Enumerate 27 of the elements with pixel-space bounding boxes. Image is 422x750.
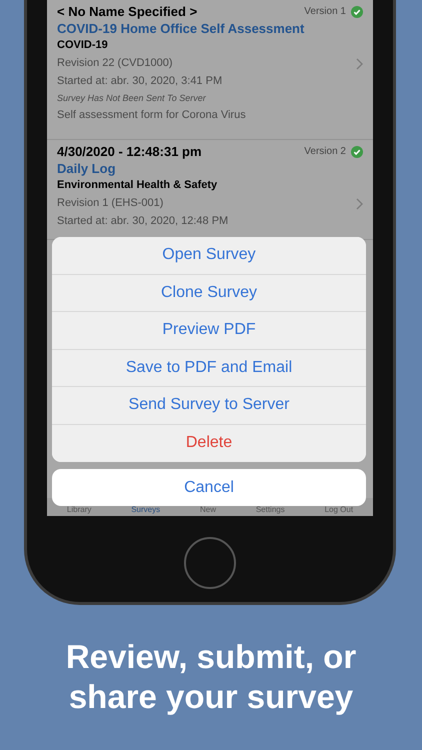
started-label: Started at: abr. 30, 2020, 3:41 PM xyxy=(57,75,222,87)
survey-category: COVID-19 xyxy=(57,39,109,51)
tab-item[interactable]: New xyxy=(200,505,216,514)
chevron-right-icon xyxy=(356,198,363,210)
checkmark-icon xyxy=(351,6,363,18)
survey-name: 4/30/2020 - 12:48:31 pm xyxy=(57,144,202,159)
version-label: Version 1 xyxy=(304,6,346,17)
survey-name: < No Name Specified > xyxy=(57,4,198,19)
survey-title: COVID-19 Home Office Self Assessment xyxy=(57,21,306,36)
status-label: Survey Has Not Been Sent To Server xyxy=(57,93,207,103)
home-button[interactable] xyxy=(184,537,236,589)
started-label: Started at: abr. 30, 2020, 12:48 PM xyxy=(57,215,228,227)
survey-title: Daily Log xyxy=(57,161,117,176)
revision-label: Revision 22 (CVD1000) xyxy=(57,57,173,69)
caption-text: Review, submit, or share your survey xyxy=(64,637,358,717)
tab-item[interactable]: Log Out xyxy=(324,505,354,514)
tab-item[interactable]: Settings xyxy=(256,505,285,514)
survey-description: Self assessment form for Corona Virus xyxy=(57,109,246,121)
cancel-button[interactable]: Cancel xyxy=(52,469,366,506)
version-label: Version 2 xyxy=(304,146,346,157)
revision-label: Revision 1 (EHS-001) xyxy=(57,197,164,209)
tab-item[interactable]: Surveys xyxy=(131,505,160,514)
chevron-right-icon xyxy=(356,58,363,70)
checkmark-icon xyxy=(351,146,363,158)
survey-category: Environmental Health & Safety xyxy=(57,179,218,191)
action-button[interactable]: Open Survey xyxy=(52,237,366,274)
tab-item[interactable]: Library xyxy=(66,505,92,514)
